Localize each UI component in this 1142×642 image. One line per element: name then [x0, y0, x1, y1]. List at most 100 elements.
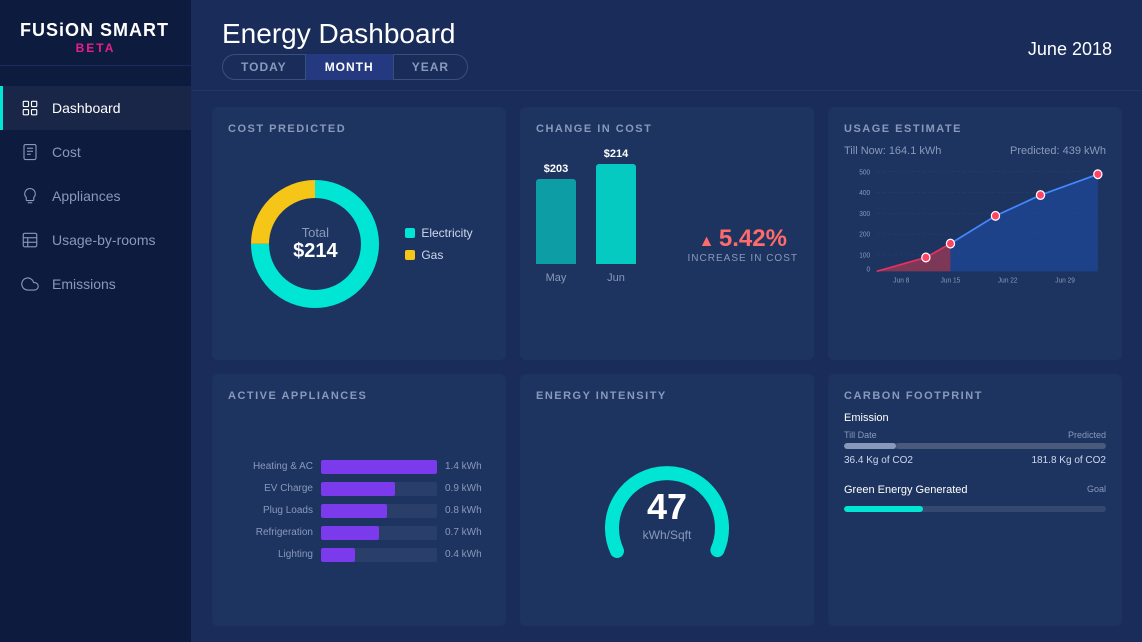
tab-year[interactable]: YEAR — [393, 54, 468, 80]
sidebar-item-emissions[interactable]: Emissions — [0, 262, 191, 306]
appliance-value: 1.4 kWh — [445, 461, 490, 472]
change-cost-inner: $203 May $214 Jun ▲ 5.42% INCRE — [536, 145, 798, 344]
sidebar-item-label: Emissions — [52, 276, 116, 292]
appliance-bar — [321, 482, 395, 496]
sidebar: FUSiON SMART BETA Dashboard Cost Applian… — [0, 0, 192, 642]
carbon-values: 36.4 Kg of CO2 181.8 Kg of CO2 — [844, 455, 1106, 466]
green-bar-fill — [844, 506, 923, 512]
appliance-bar — [321, 548, 355, 562]
svg-text:100: 100 — [859, 252, 870, 259]
emission-predicted-bar — [896, 443, 1106, 449]
appliance-value: 0.8 kWh — [445, 505, 490, 516]
gauge-value: 47 — [643, 486, 692, 528]
grid-icon — [20, 98, 40, 118]
cost-bar-chart: $203 May $214 Jun — [536, 184, 668, 304]
sidebar-item-label: Appliances — [52, 188, 121, 204]
table-icon — [20, 230, 40, 250]
green-energy-title: Green Energy Generated — [844, 484, 968, 496]
percent-desc: INCREASE IN COST — [688, 253, 798, 264]
till-now-label: Till Now: 164.1 kWh — [844, 145, 941, 157]
appliance-name: Lighting — [228, 549, 313, 560]
emission-till-bar — [844, 443, 896, 449]
svg-text:Jun 22: Jun 22 — [998, 277, 1018, 284]
bar-jun: $214 Jun — [596, 148, 636, 284]
sidebar-item-dashboard[interactable]: Dashboard — [0, 86, 191, 130]
sidebar-header: FUSiON SMART BETA — [0, 0, 191, 66]
cost-predicted-card: COST PREDICTED Total $214 — [212, 107, 506, 360]
sidebar-item-label: Cost — [52, 144, 81, 160]
cloud-icon — [20, 274, 40, 294]
electricity-dot — [405, 228, 415, 238]
percent-display: ▲ 5.42% INCREASE IN COST — [678, 225, 798, 264]
sidebar-item-label: Dashboard — [52, 100, 121, 116]
green-bar-wrap — [844, 506, 1106, 512]
carbon-footprint-card: CARBON FOOTPRINT Emission Till Date Pred… — [828, 374, 1122, 627]
donut-total-label: Total — [293, 225, 338, 240]
appliance-name: EV Charge — [228, 483, 313, 494]
legend-gas: Gas — [405, 248, 472, 262]
svg-text:0: 0 — [867, 266, 871, 273]
appliances-title: ACTIVE APPLIANCES — [228, 390, 490, 402]
predicted-value: 181.8 Kg of CO2 — [1032, 455, 1107, 466]
cost-legend: Electricity Gas — [405, 226, 472, 262]
emission-bar-wrap — [844, 443, 1106, 449]
main-content: Energy Dashboard TODAY MONTH YEAR June 2… — [192, 0, 1142, 642]
jun-label: Jun — [607, 272, 625, 284]
appliance-value: 0.4 kWh — [445, 549, 490, 560]
electricity-label: Electricity — [421, 226, 472, 240]
appliance-name: Heating & AC — [228, 461, 313, 472]
change-in-cost-card: CHANGE IN COST $203 May $214 Jun — [520, 107, 814, 360]
jun-value: $214 — [604, 148, 628, 160]
till-date-label: Till Date — [844, 430, 877, 440]
predicted-label: Predicted: 439 kWh — [1010, 145, 1106, 157]
percent-value: 5.42% — [719, 225, 787, 252]
gas-label: Gas — [421, 248, 443, 262]
brand-title: FUSiON SMART — [20, 20, 171, 41]
svg-text:Jun 29: Jun 29 — [1055, 277, 1075, 284]
carbon-title: CARBON FOOTPRINT — [844, 390, 1106, 402]
sidebar-item-label: Usage-by-rooms — [52, 232, 155, 248]
gauge-center: 47 kWh/Sqft — [643, 486, 692, 542]
donut-chart: Total $214 — [245, 174, 385, 314]
change-cost-title: CHANGE IN COST — [536, 123, 798, 135]
usage-chart: 500 400 300 200 100 0 — [844, 163, 1106, 344]
appliance-bar — [321, 526, 379, 540]
jun-bar — [596, 164, 636, 264]
svg-text:Jun 8: Jun 8 — [893, 277, 909, 284]
appliance-list: Heating & AC 1.4 kWh EV Charge 0.9 kWh P… — [228, 412, 490, 611]
appliance-bar — [321, 460, 437, 474]
predicted-bar-label: Predicted — [1068, 430, 1106, 440]
main-header: Energy Dashboard TODAY MONTH YEAR June 2… — [192, 0, 1142, 91]
may-value: $203 — [544, 163, 568, 175]
appliance-name: Plug Loads — [228, 505, 313, 516]
sidebar-item-appliances[interactable]: Appliances — [0, 174, 191, 218]
appliance-bar-wrap — [321, 504, 437, 518]
lightbulb-icon — [20, 186, 40, 206]
tab-today[interactable]: TODAY — [222, 54, 306, 80]
donut-total-value: $214 — [293, 240, 338, 263]
tab-month[interactable]: MONTH — [306, 54, 393, 80]
appliance-bar-wrap — [321, 548, 437, 562]
sidebar-item-cost[interactable]: Cost — [0, 130, 191, 174]
sidebar-nav: Dashboard Cost Appliances Usage-by-rooms — [0, 86, 191, 642]
gas-dot — [405, 250, 415, 260]
page-title: Energy Dashboard — [222, 18, 468, 50]
cost-predicted-title: COST PREDICTED — [228, 123, 490, 135]
legend-electricity: Electricity — [405, 226, 472, 240]
svg-text:400: 400 — [859, 190, 870, 197]
beta-label: BETA — [20, 41, 171, 55]
percent-triangle: ▲ 5.42% — [688, 225, 798, 253]
usage-meta: Till Now: 164.1 kWh Predicted: 439 kWh — [844, 145, 1106, 157]
gauge-chart: 47 kWh/Sqft — [597, 441, 737, 581]
appliance-bar-wrap — [321, 482, 437, 496]
sidebar-item-usage[interactable]: Usage-by-rooms — [0, 218, 191, 262]
list-item: Lighting 0.4 kWh — [228, 548, 490, 562]
gauge-unit: kWh/Sqft — [643, 528, 692, 542]
appliance-value: 0.9 kWh — [445, 483, 490, 494]
receipt-icon — [20, 142, 40, 162]
svg-text:300: 300 — [859, 211, 870, 218]
may-bar — [536, 179, 576, 264]
usage-estimate-card: USAGE ESTIMATE Till Now: 164.1 kWh Predi… — [828, 107, 1122, 360]
donut-container: Total $214 Electricity Gas — [228, 145, 490, 344]
energy-intensity-card: ENERGY INTENSITY 47 kWh/Sqft — [520, 374, 814, 627]
